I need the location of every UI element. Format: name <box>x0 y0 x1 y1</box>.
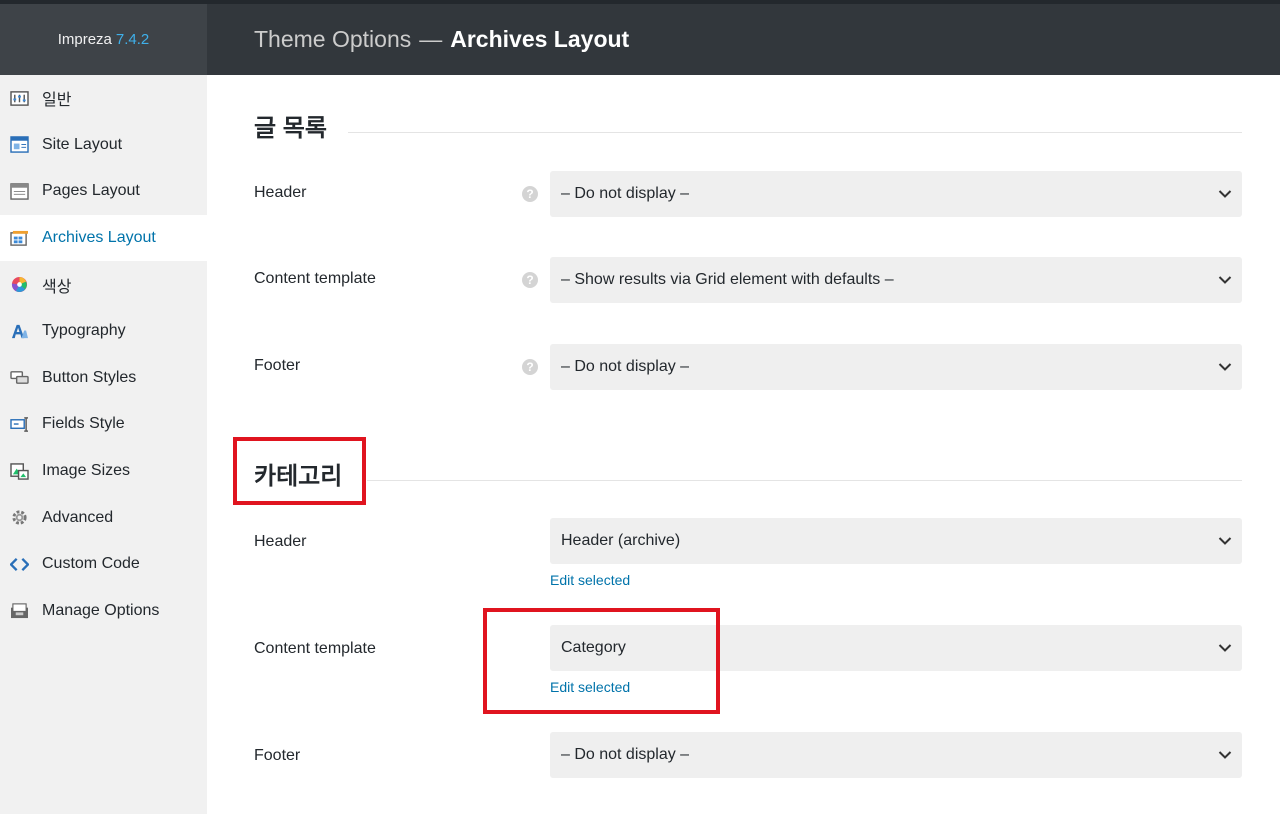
select-value: – Do not display – <box>561 746 690 763</box>
sidebar-item-colors[interactable]: 색상 <box>0 261 207 308</box>
section-title: 글 목록 <box>254 115 327 142</box>
sidebar-item-label: Manage Options <box>42 601 160 619</box>
field-label-header: Header <box>254 533 307 550</box>
field-label-header: Header <box>254 184 307 201</box>
sidebar-item-label: Site Layout <box>42 135 123 153</box>
sidebar-item-manage-options[interactable]: Manage Options <box>0 588 207 635</box>
highlight-box <box>483 608 720 714</box>
gear-icon <box>9 509 29 527</box>
field-label-content-template: Content template <box>254 270 376 287</box>
archives-layout-icon <box>9 229 29 247</box>
page-title-current: Archives Layout <box>450 26 630 52</box>
chevron-down-icon <box>1218 751 1232 759</box>
section-divider <box>348 132 1242 133</box>
section-heading-posts: 글 목록 <box>254 108 327 143</box>
select-value: – Do not display – <box>561 358 690 375</box>
select-value: – Show results via Grid element with def… <box>561 271 894 288</box>
content-template-select[interactable]: – Show results via Grid element with def… <box>550 257 1242 303</box>
header-select[interactable]: – Do not display – <box>550 171 1242 217</box>
page-title: Theme Options — Archives Layout <box>254 4 629 75</box>
sidebar-item-label: Button Styles <box>42 368 137 386</box>
chevron-down-icon <box>1218 537 1232 545</box>
image-sizes-icon <box>9 462 29 480</box>
help-icon[interactable]: ? <box>522 359 538 375</box>
sidebar-item-label: Image Sizes <box>42 462 131 480</box>
footer-select[interactable]: – Do not display – <box>550 732 1242 778</box>
sidebar-item-general[interactable]: 일반 <box>0 75 207 122</box>
sliders-icon <box>9 89 29 107</box>
page-title-prefix: Theme Options <box>254 26 412 52</box>
sidebar-item-site-layout[interactable]: Site Layout <box>0 122 207 169</box>
fields-style-icon <box>9 415 29 433</box>
sidebar-item-button-styles[interactable]: Button Styles <box>0 355 207 402</box>
sidebar-item-label: Custom Code <box>42 555 140 573</box>
sidebar-item-pages-layout[interactable]: Pages Layout <box>0 168 207 215</box>
select-value: Header (archive) <box>561 532 681 549</box>
sidebar-item-label: 색상 <box>42 278 72 296</box>
pages-layout-icon <box>9 182 29 200</box>
sidebar-item-label: Fields Style <box>42 415 125 433</box>
highlight-box <box>233 437 366 505</box>
sidebar-item-label: Pages Layout <box>42 182 140 200</box>
edit-selected-link[interactable]: Edit selected <box>550 572 630 588</box>
sidebar-item-label: Advanced <box>42 508 114 526</box>
chevron-down-icon <box>1218 190 1232 198</box>
sidebar-item-image-sizes[interactable]: Image Sizes <box>0 448 207 495</box>
field-label-footer: Footer <box>254 357 301 374</box>
header-select[interactable]: Header (archive) <box>550 518 1242 564</box>
sidebar-item-custom-code[interactable]: Custom Code <box>0 541 207 588</box>
sidebar-item-label: Archives Layout <box>42 229 156 247</box>
manage-options-icon <box>9 602 29 620</box>
sidebar-item-label: 일반 <box>42 92 72 110</box>
help-icon[interactable]: ? <box>522 186 538 202</box>
field-label-content-template: Content template <box>254 640 376 657</box>
section-divider <box>367 480 1242 481</box>
sidebar-item-archives-layout[interactable]: Archives Layout <box>0 214 207 262</box>
main-content: 글 목록 Header ? – Do not display – Content… <box>207 75 1280 814</box>
help-icon[interactable]: ? <box>522 272 538 288</box>
field-label-footer: Footer <box>254 747 301 764</box>
brand: Impreza 7.4.2 <box>0 4 207 75</box>
button-styles-icon <box>9 369 29 387</box>
site-layout-icon <box>9 136 29 154</box>
chevron-down-icon <box>1218 276 1232 284</box>
sidebar-item-advanced[interactable]: Advanced <box>0 494 207 541</box>
select-value: – Do not display – <box>561 185 690 202</box>
chevron-down-icon <box>1218 644 1232 652</box>
sidebar: 일반 Site Layout Pages Layout Archives Lay… <box>0 75 207 814</box>
code-icon <box>9 555 29 573</box>
app-version: 7.4.2 <box>115 31 150 48</box>
sidebar-item-label: Typography <box>42 322 126 340</box>
color-wheel-icon <box>9 276 29 294</box>
sidebar-item-typography[interactable]: Typography <box>0 308 207 355</box>
page-title-separator: — <box>419 26 443 52</box>
app-name: Impreza <box>57 31 112 48</box>
footer-select[interactable]: – Do not display – <box>550 344 1242 390</box>
chevron-down-icon <box>1218 363 1232 371</box>
sidebar-item-fields-style[interactable]: Fields Style <box>0 401 207 448</box>
typography-icon <box>9 322 29 340</box>
top-bar: Impreza 7.4.2 Theme Options — Archives L… <box>0 0 1280 75</box>
